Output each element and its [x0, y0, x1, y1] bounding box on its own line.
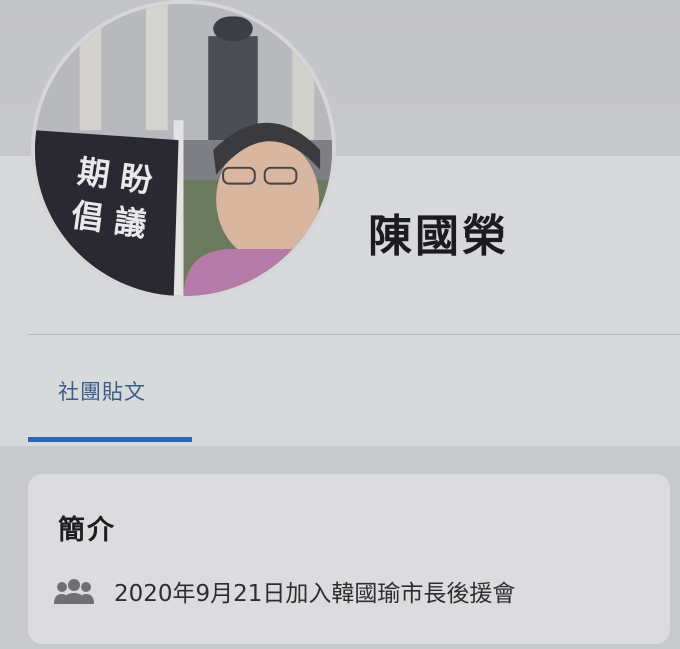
avatar-banner-char: 期 [75, 152, 113, 195]
tab-group-posts[interactable]: 社團貼文 [58, 376, 146, 406]
group-joined-text: 2020年9月21日加入韓國瑜市長後援會 [114, 581, 516, 607]
profile-name[interactable]: 陳國榮 [368, 200, 509, 264]
active-tab-indicator [28, 437, 192, 442]
avatar-banner-char: 議 [111, 201, 149, 244]
about-card: 簡介 2020年9月21日加入韓國瑜市長後援會 [28, 474, 670, 644]
avatar-banner-char: 盼 [117, 158, 155, 201]
group-icon [54, 579, 94, 604]
header-divider [28, 334, 680, 335]
avatar-banner-char: 倡 [69, 195, 107, 238]
profile-avatar[interactable]: 期 盼 倡 議 [31, 0, 336, 300]
about-title: 簡介 [58, 515, 116, 546]
